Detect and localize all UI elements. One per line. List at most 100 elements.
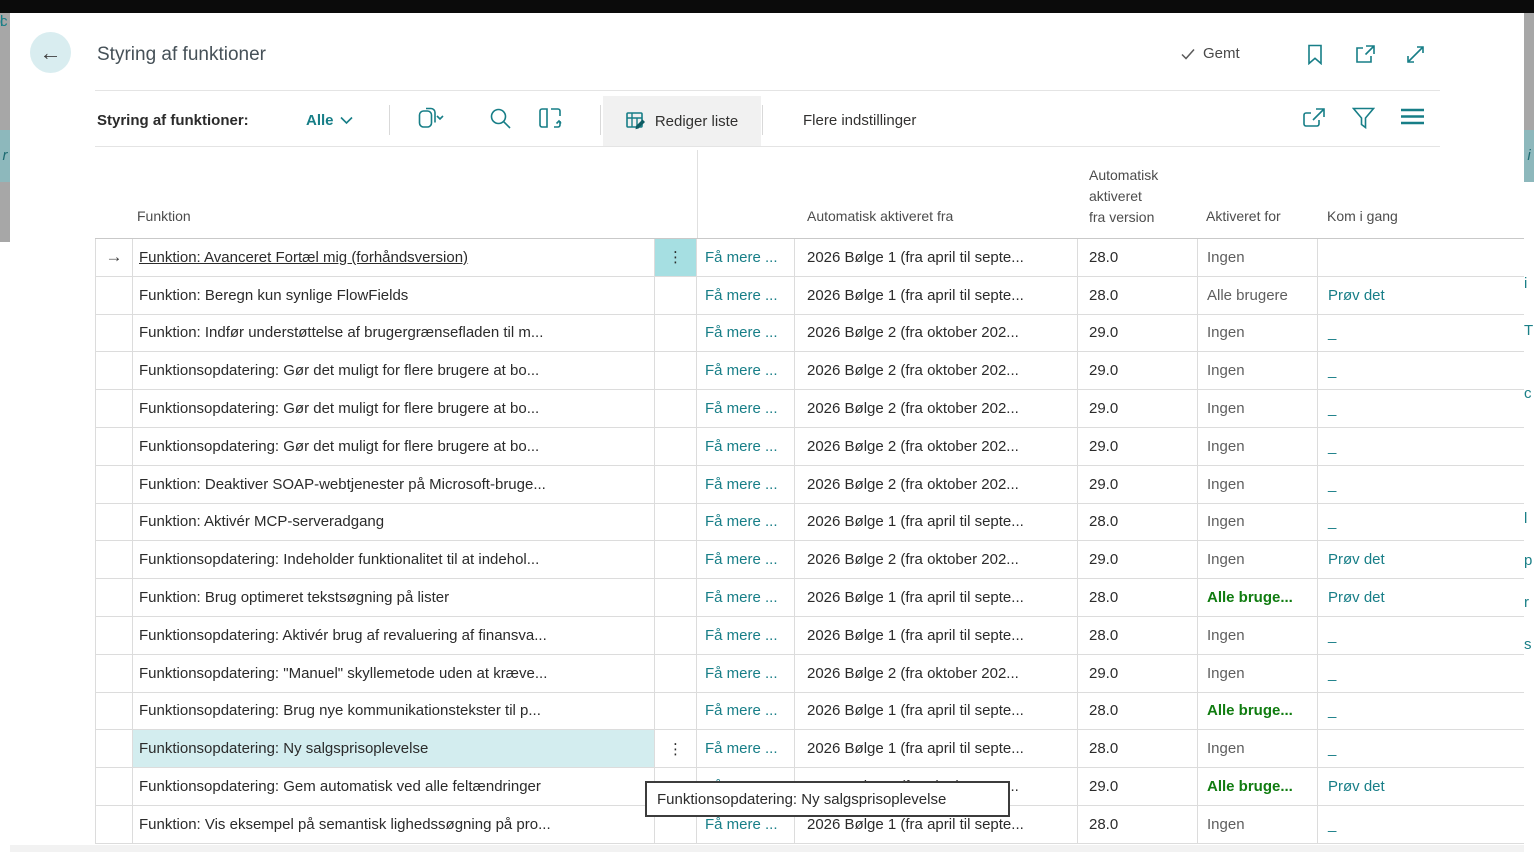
feature-name-cell[interactable]: Funktionsopdatering: Ny salgsprisoplevel… <box>133 730 655 767</box>
bookmark-button[interactable] <box>1303 42 1327 66</box>
enabled-for-cell[interactable]: Ingen <box>1198 541 1318 578</box>
row-menu-cell[interactable]: ⋮ <box>655 315 697 352</box>
row-menu-cell[interactable]: ⋮ <box>655 617 697 654</box>
row-menu-cell[interactable]: ⋮ <box>655 541 697 578</box>
feature-name-cell[interactable]: Funktion: Beregn kun synlige FlowFields <box>133 277 655 314</box>
column-header-funktion[interactable]: Funktion <box>137 208 191 224</box>
feature-name-cell[interactable]: Funktion: Indfør understøttelse af bruge… <box>133 315 655 352</box>
learn-more-link[interactable]: Få mere ... <box>697 390 795 427</box>
feature-name-cell[interactable]: Funktion: Aktivér MCP-serveradgang <box>133 504 655 541</box>
table-row[interactable]: Funktionsopdatering: Ny salgsprisoplevel… <box>95 730 1524 768</box>
learn-more-link[interactable]: Få mere ... <box>697 315 795 352</box>
table-row[interactable]: Funktionsopdatering: Gør det muligt for … <box>95 428 1524 466</box>
row-menu-cell[interactable]: ⋮ <box>655 277 697 314</box>
open-in-new-window-button[interactable] <box>1353 42 1377 66</box>
table-row[interactable]: Funktionsopdatering: Aktivér brug af rev… <box>95 617 1524 655</box>
enabled-for-cell[interactable]: Alle bruge... <box>1198 768 1318 805</box>
enabled-for-cell[interactable]: Ingen <box>1198 730 1318 767</box>
get-started-cell[interactable]: Prøv det <box>1318 579 1523 616</box>
learn-more-link[interactable]: Få mere ... <box>697 730 795 767</box>
get-started-cell[interactable]: _ <box>1318 390 1523 427</box>
enabled-for-cell[interactable]: Ingen <box>1198 315 1318 352</box>
share-button[interactable] <box>1302 107 1326 129</box>
learn-more-link[interactable]: Få mere ... <box>697 277 795 314</box>
feature-name-cell[interactable]: Funktionsopdatering: Aktivér brug af rev… <box>133 617 655 654</box>
column-header-get-started[interactable]: Kom i gang <box>1327 208 1398 224</box>
feature-name-cell[interactable]: Funktion: Brug optimeret tekstsøgning på… <box>133 579 655 616</box>
row-menu-cell[interactable]: ⋮ <box>655 428 697 465</box>
table-row[interactable]: Funktion: Indfør understøttelse af bruge… <box>95 315 1524 353</box>
ellipsis-icon[interactable]: ⋮ <box>668 248 683 266</box>
get-started-cell[interactable]: _ <box>1318 655 1523 692</box>
feature-name-cell[interactable]: Funktionsopdatering: Gør det muligt for … <box>133 390 655 427</box>
feature-name-cell[interactable]: Funktionsopdatering: Gem automatisk ved … <box>133 768 655 805</box>
column-header-auto-from[interactable]: Automatisk aktiveret fra <box>807 208 953 224</box>
learn-more-link[interactable]: Få mere ... <box>697 466 795 503</box>
get-started-cell[interactable]: _ <box>1318 504 1523 541</box>
row-menu-cell[interactable]: ⋮ <box>655 655 697 692</box>
get-started-cell[interactable] <box>1318 239 1523 276</box>
table-row[interactable]: Funktion: Brug optimeret tekstsøgning på… <box>95 579 1524 617</box>
get-started-cell[interactable]: _ <box>1318 693 1523 730</box>
get-started-cell[interactable]: Prøv det <box>1318 277 1523 314</box>
enabled-for-cell[interactable]: Alle bruge... <box>1198 579 1318 616</box>
row-menu-cell[interactable]: ⋮ <box>655 466 697 503</box>
learn-more-link[interactable]: Få mere ... <box>697 428 795 465</box>
table-row[interactable]: Funktion: Aktivér MCP-serveradgang ⋮ Få … <box>95 504 1524 542</box>
table-row[interactable]: Funktionsopdatering: Brug nye kommunikat… <box>95 693 1524 731</box>
table-row[interactable]: Funktion: Avanceret Fortæl mig (forhånds… <box>95 239 1524 277</box>
feature-name-cell[interactable]: Funktion: Avanceret Fortæl mig (forhånds… <box>133 239 655 276</box>
ellipsis-icon[interactable]: ⋮ <box>668 740 683 758</box>
get-started-cell[interactable]: _ <box>1318 315 1523 352</box>
learn-more-link[interactable]: Få mere ... <box>697 541 795 578</box>
search-button[interactable] <box>489 107 512 130</box>
learn-more-link[interactable]: Få mere ... <box>697 693 795 730</box>
table-row[interactable]: Funktionsopdatering: Gør det muligt for … <box>95 390 1524 428</box>
more-settings-button[interactable]: Flere indstillinger <box>803 112 916 129</box>
table-row[interactable]: Funktionsopdatering: Indeholder funktion… <box>95 541 1524 579</box>
expand-button[interactable] <box>1403 42 1427 66</box>
table-row[interactable]: Funktionsopdatering: "Manuel" skyllemeto… <box>95 655 1524 693</box>
enabled-for-cell[interactable]: Ingen <box>1198 352 1318 389</box>
feature-name-cell[interactable]: Funktion: Deaktiver SOAP-webtjenester på… <box>133 466 655 503</box>
row-menu-cell[interactable]: ⋮ <box>655 730 697 767</box>
learn-more-link[interactable]: Få mere ... <box>697 655 795 692</box>
view-filter-dropdown[interactable]: Alle <box>306 112 353 129</box>
row-menu-cell[interactable]: ⋮ <box>655 390 697 427</box>
edit-list-button[interactable]: Rediger liste <box>603 96 761 146</box>
analysis-mode-button[interactable] <box>538 107 562 130</box>
enabled-for-cell[interactable]: Ingen <box>1198 239 1318 276</box>
row-menu-cell[interactable]: ⋮ <box>655 579 697 616</box>
enabled-for-cell[interactable]: Ingen <box>1198 655 1318 692</box>
row-menu-cell[interactable]: ⋮ <box>655 693 697 730</box>
enabled-for-cell[interactable]: Alle bruge... <box>1198 693 1318 730</box>
get-started-cell[interactable]: Prøv det <box>1318 541 1523 578</box>
enabled-for-cell[interactable]: Ingen <box>1198 428 1318 465</box>
column-header-auto-version[interactable]: Automatisk aktiveret fra version <box>1089 165 1158 228</box>
table-row[interactable]: Funktion: Beregn kun synlige FlowFields … <box>95 277 1524 315</box>
get-started-cell[interactable]: _ <box>1318 730 1523 767</box>
enabled-for-cell[interactable]: Ingen <box>1198 390 1318 427</box>
feature-name-cell[interactable]: Funktionsopdatering: Gør det muligt for … <box>133 352 655 389</box>
feature-name-cell[interactable]: Funktionsopdatering: Gør det muligt for … <box>133 428 655 465</box>
get-started-cell[interactable]: _ <box>1318 352 1523 389</box>
enabled-for-cell[interactable]: Alle brugere <box>1198 277 1318 314</box>
learn-more-link[interactable]: Få mere ... <box>697 504 795 541</box>
back-button[interactable]: ← <box>30 32 71 73</box>
learn-more-link[interactable]: Få mere ... <box>697 352 795 389</box>
learn-more-link[interactable]: Få mere ... <box>697 239 795 276</box>
row-menu-cell[interactable]: ⋮ <box>655 504 697 541</box>
list-view-button[interactable] <box>1401 107 1424 126</box>
table-row[interactable]: Funktionsopdatering: Gør det muligt for … <box>95 352 1524 390</box>
feature-name-cell[interactable]: Funktionsopdatering: "Manuel" skyllemeto… <box>133 655 655 692</box>
row-menu-cell[interactable]: ⋮ <box>655 352 697 389</box>
feature-name-cell[interactable]: Funktion: Vis eksempel på semantisk ligh… <box>133 806 655 843</box>
get-started-cell[interactable]: Prøv det <box>1318 768 1523 805</box>
table-row[interactable]: Funktion: Deaktiver SOAP-webtjenester på… <box>95 466 1524 504</box>
get-started-cell[interactable]: _ <box>1318 617 1523 654</box>
enabled-for-cell[interactable]: Ingen <box>1198 466 1318 503</box>
feature-name-cell[interactable]: Funktionsopdatering: Indeholder funktion… <box>133 541 655 578</box>
get-started-cell[interactable]: _ <box>1318 466 1523 503</box>
get-started-cell[interactable]: _ <box>1318 428 1523 465</box>
row-menu-cell[interactable]: ⋮ <box>655 239 697 276</box>
